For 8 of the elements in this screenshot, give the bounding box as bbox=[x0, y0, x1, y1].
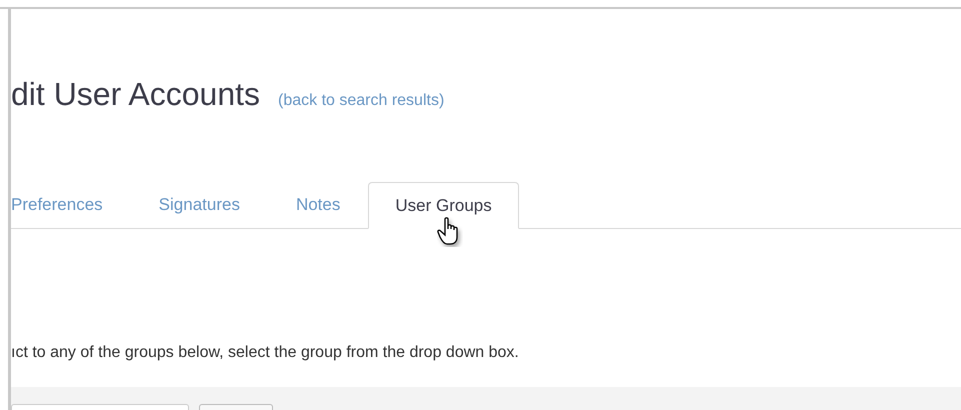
tab[interactable]: Signatures bbox=[130, 181, 268, 228]
dropdown-field[interactable] bbox=[11, 404, 189, 410]
tab[interactable]: Preferences bbox=[11, 181, 131, 228]
add-button[interactable] bbox=[199, 404, 273, 410]
tab[interactable]: Notes bbox=[268, 181, 368, 228]
instruction-text: ıct to any of the groups below, select the group from the drop down box. bbox=[11, 343, 520, 363]
back-link[interactable]: (back to search results) bbox=[278, 89, 444, 113]
page-title: dit User Accounts bbox=[11, 78, 260, 110]
